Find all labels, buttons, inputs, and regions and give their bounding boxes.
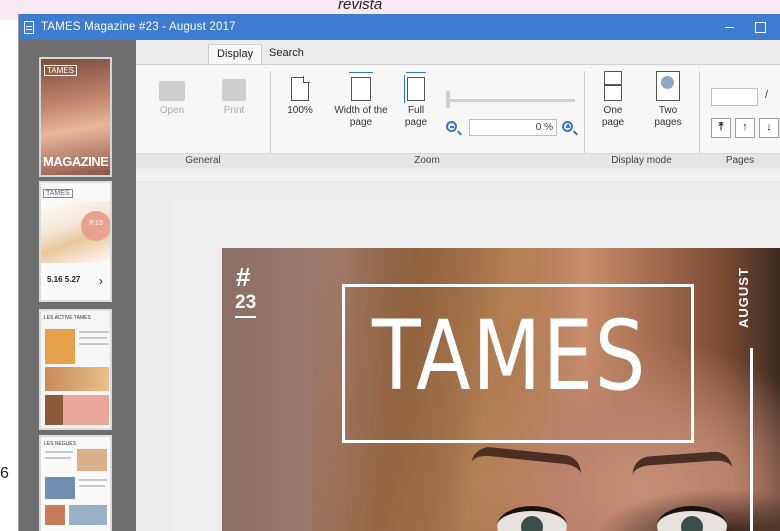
next-page-button[interactable]: ↓ [759,118,779,138]
magazine-cover[interactable]: # 23 TAMES AUGUST [222,248,780,531]
cover-month-rule [750,348,753,531]
thumbnail-photo [69,505,107,525]
group-label-zoom: Zoom [414,155,440,166]
ribbon-tab-bar: Display Search [136,40,780,64]
text-line [79,479,107,481]
tab-display[interactable]: Display [208,44,263,64]
zoom-in-button[interactable] [562,121,576,135]
fit-page-icon [404,72,426,103]
page-thumbnail-4[interactable]: LES NEGUES [39,435,112,531]
open-label: Open [159,105,185,116]
two-pages-label: Two pages [654,105,682,128]
thumbnail-panel: TAMES MAGAZINE TAMES P.13 5.16 5.27 › LE… [19,40,136,531]
one-page-button[interactable]: One page [596,71,630,129]
thumbnail-photo [45,477,75,499]
thumbnail-header: LES NEGUES [44,441,76,447]
issue-hash: # [236,262,251,292]
window-title: TAMES Magazine #23 - August 2017 [41,21,236,33]
width-of-page-button[interactable]: Width of the page [334,72,388,129]
page-thumbnail-1[interactable]: TAMES MAGAZINE [39,57,112,177]
chevron-right-icon: › [99,274,103,288]
viewer-top-bar [136,169,780,181]
thumbnail-title: MAGAZINE [43,154,109,169]
tab-search[interactable]: Search [261,44,312,64]
previous-page-button[interactable]: ↑ [735,118,755,138]
thumbnail-photo [45,505,65,525]
cover-photo-brow [631,450,733,476]
maximize-button[interactable] [753,20,767,34]
text-line [79,343,109,345]
cover-logo: TAMES [372,300,647,412]
zoom-100-label: 100% [287,105,313,116]
zoom-out-icon [446,121,457,132]
thumbnail-header: LES ACTIVE TAMES [44,315,91,321]
cover-photo-eye [657,506,727,531]
thumbnail-photo [77,449,107,471]
open-button[interactable]: Open [150,79,194,117]
background-left-edge [0,20,18,531]
ribbon-group-labels: General Zoom Display mode Pages [136,153,780,168]
zoom-out-button[interactable] [446,121,460,135]
two-pages-button[interactable]: Two pages [648,71,688,129]
single-page-icon [604,71,622,101]
zoom-slider[interactable] [447,99,575,102]
page-separator: / [765,89,769,101]
thumbnail-photo [45,367,109,391]
thumbnail-tag: TAMES [44,65,77,76]
thumbnail-photo [63,395,109,425]
page-thumbnail-3[interactable]: LES ACTIVE TAMES [39,309,112,430]
title-bar: TAMES Magazine #23 - August 2017 [19,14,780,40]
page-icon [291,76,310,101]
two-pages-icon [656,71,680,101]
width-of-page-label: Width of the page [334,105,388,128]
group-label-general: General [185,155,221,166]
zoom-slider-handle[interactable] [446,91,450,108]
overlay-edge-char: 6 [0,465,9,482]
text-line [79,485,105,487]
ribbon: Open Print 100% Width of the page Full p… [136,64,780,168]
zoom-percent-field[interactable]: 0 % [469,119,557,136]
page-number-input[interactable] [711,88,758,106]
thumbnail-photo [45,329,75,364]
group-label-pages: Pages [725,155,755,166]
one-page-label: One page [601,105,625,128]
printer-icon [222,79,246,101]
print-button[interactable]: Print [212,79,256,117]
cover-month-label: AUGUST [736,267,751,328]
zoom-in-icon [562,121,573,132]
full-page-button[interactable]: Full page [400,72,432,129]
zoom-100-button[interactable]: 100% [280,76,320,117]
thumbnail-numbers: 5.16 5.27 [47,275,81,284]
text-line [79,337,107,339]
print-label: Print [223,105,245,116]
overlay-caption: revista [338,0,383,13]
document-icon [24,20,34,34]
page-thumbnail-2[interactable]: TAMES P.13 5.16 5.27 › [39,181,112,302]
first-page-button[interactable]: ⤒ [711,118,731,138]
text-line [45,451,73,453]
thumbnail-photo [45,395,63,425]
folder-open-icon [159,81,185,101]
text-line [79,331,109,333]
text-line [45,457,71,459]
thumbnail-tag: TAMES [43,189,73,198]
group-label-display-mode: Display mode [611,155,672,166]
fit-width-icon [349,72,373,101]
thumbnail-badge: P.13 [81,211,110,241]
minimize-button[interactable] [723,20,737,34]
issue-number: 23 [235,292,257,318]
full-page-label: Full page [404,105,428,128]
